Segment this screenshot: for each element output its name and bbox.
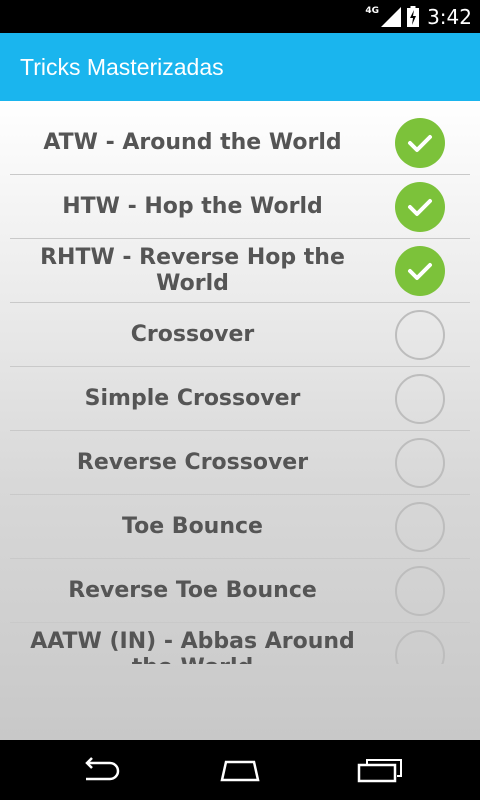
mastered-check-on[interactable] [395, 118, 445, 168]
battery-charging-icon [407, 6, 420, 27]
trick-row[interactable]: Toe Bounce [0, 495, 480, 559]
status-indicators: 4G 3:42 [365, 0, 472, 33]
trick-row[interactable]: HTW - Hop the World [0, 175, 480, 239]
status-bar: 4G 3:42 [0, 0, 480, 33]
navigation-bar [0, 740, 480, 800]
trick-row[interactable]: AATW (IN) - Abbas Around the World [0, 623, 480, 664]
home-button[interactable] [200, 740, 280, 800]
trick-list[interactable]: ATW - Around the World HTW - Hop the Worl… [0, 111, 480, 664]
home-icon [220, 760, 260, 782]
mastered-check-off[interactable] [395, 566, 445, 616]
action-bar: Tricks Masterizadas [0, 33, 480, 101]
back-button[interactable] [60, 740, 140, 800]
trick-row[interactable]: Reverse Toe Bounce [0, 559, 480, 623]
trick-row[interactable]: Crossover [0, 303, 480, 367]
recent-apps-icon [357, 759, 402, 783]
mastered-check-off[interactable] [395, 502, 445, 552]
mastered-check-off[interactable] [395, 630, 445, 664]
mastered-check-on[interactable] [395, 246, 445, 296]
trick-label: Simple Crossover [84, 386, 301, 411]
trick-label: HTW - Hop the World [62, 194, 323, 219]
back-icon [85, 757, 120, 781]
app-title: Tricks Masterizadas [20, 54, 224, 80]
checkmark-icon [408, 135, 432, 152]
trick-label: Crossover [130, 322, 255, 347]
content-area: ATW - Around the World HTW - Hop the Worl… [0, 101, 480, 740]
checkmark-icon [408, 199, 432, 216]
network-type-label: 4G [365, 5, 380, 16]
trick-label: AATW (IN) - Abbas Around the World [30, 629, 355, 664]
mastered-check-off[interactable] [395, 438, 445, 488]
clock: 3:42 [427, 4, 472, 29]
mastered-check-off[interactable] [395, 374, 445, 424]
trick-label: Reverse Crossover [76, 450, 309, 475]
trick-row[interactable]: Reverse Crossover [0, 431, 480, 495]
trick-row[interactable]: Simple Crossover [0, 367, 480, 431]
trick-row[interactable]: ATW - Around the World [0, 111, 480, 175]
trick-label: RHTW - Reverse Hop the World [40, 245, 345, 296]
checkmark-icon [408, 263, 432, 280]
trick-label: Toe Bounce [122, 514, 263, 539]
recent-apps-button[interactable] [340, 740, 420, 800]
signal-strength-icon [381, 6, 402, 27]
mastered-check-off[interactable] [395, 310, 445, 360]
trick-row[interactable]: RHTW - Reverse Hop the World [0, 239, 480, 303]
mastered-check-on[interactable] [395, 182, 445, 232]
trick-label: Reverse Toe Bounce [68, 578, 317, 603]
trick-label: ATW - Around the World [43, 130, 342, 155]
